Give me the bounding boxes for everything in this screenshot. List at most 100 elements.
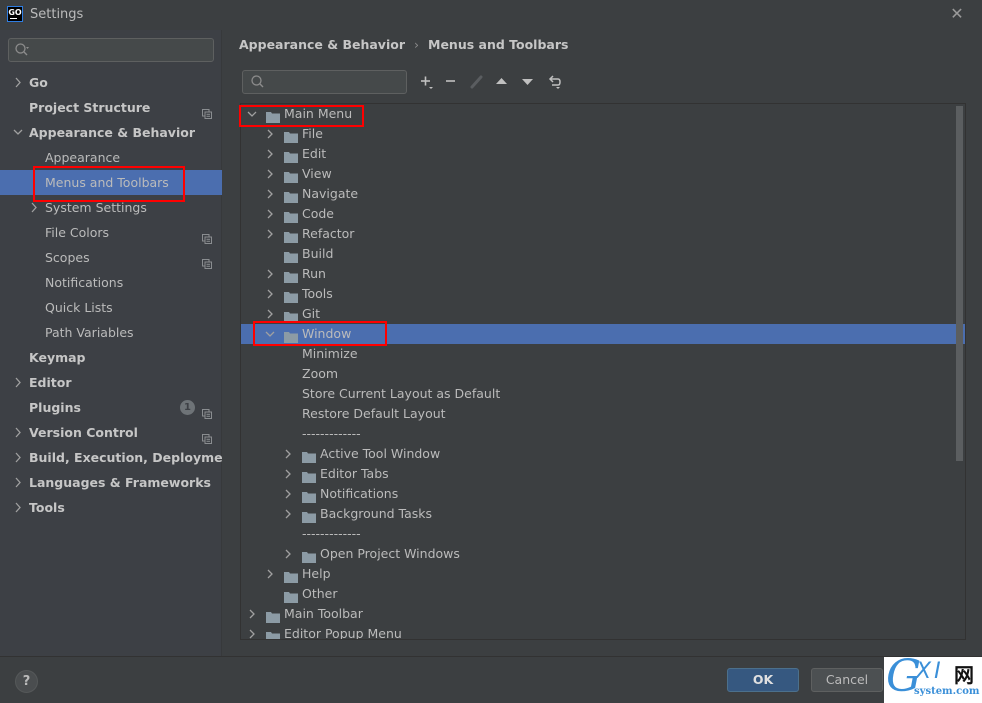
menu-tree-row[interactable]: Other bbox=[241, 584, 965, 604]
chevron-right-icon[interactable] bbox=[282, 504, 294, 524]
menu-tree-row[interactable]: Navigate bbox=[241, 184, 965, 204]
remove-button[interactable] bbox=[441, 72, 461, 92]
menu-tree-row[interactable]: Git bbox=[241, 304, 965, 324]
cancel-button[interactable]: Cancel bbox=[811, 668, 883, 692]
chevron-right-icon[interactable] bbox=[264, 124, 276, 144]
title-bar: GO Settings ✕ bbox=[0, 0, 982, 30]
chevron-right-icon[interactable] bbox=[246, 604, 258, 624]
menu-tree-row[interactable]: Help bbox=[241, 564, 965, 584]
sidebar-item-label: Quick Lists bbox=[45, 300, 113, 315]
add-button[interactable] bbox=[417, 72, 437, 92]
menu-tree-row[interactable]: Editor Popup Menu bbox=[241, 624, 965, 639]
sidebar-item-scopes[interactable]: Scopes bbox=[0, 245, 222, 270]
menu-tree-row[interactable]: Run bbox=[241, 264, 965, 284]
help-button[interactable]: ? bbox=[15, 670, 38, 693]
sidebar-item-build-execution-deployment[interactable]: Build, Execution, Deployment bbox=[0, 445, 237, 470]
menu-item-label: Minimize bbox=[302, 346, 358, 361]
sidebar-item-appearance[interactable]: Appearance bbox=[0, 145, 222, 170]
menu-tree-row[interactable]: Minimize bbox=[241, 344, 965, 364]
edit-button[interactable] bbox=[467, 72, 487, 92]
menu-tree-row[interactable]: Active Tool Window bbox=[241, 444, 965, 464]
sidebar-item-keymap[interactable]: Keymap bbox=[0, 345, 222, 370]
menu-separator-row[interactable]: ------------- bbox=[241, 524, 965, 544]
menu-tree-row[interactable]: File bbox=[241, 124, 965, 144]
plus-icon bbox=[421, 76, 433, 89]
chevron-right-icon[interactable] bbox=[282, 544, 294, 564]
ok-button[interactable]: OK bbox=[727, 668, 799, 692]
chevron-right-icon[interactable] bbox=[13, 445, 23, 470]
sidebar-item-go[interactable]: Go bbox=[0, 70, 222, 95]
chevron-right-icon[interactable] bbox=[264, 184, 276, 204]
chevron-right-icon[interactable] bbox=[282, 444, 294, 464]
settings-search-input[interactable] bbox=[8, 38, 214, 62]
sidebar-item-appearance-behavior[interactable]: Appearance & Behavior bbox=[0, 120, 222, 145]
sidebar-item-quick-lists[interactable]: Quick Lists bbox=[0, 295, 222, 320]
sidebar-item-notifications[interactable]: Notifications bbox=[0, 270, 222, 295]
menu-tree-row[interactable]: Background Tasks bbox=[241, 504, 965, 524]
chevron-right-icon[interactable] bbox=[264, 204, 276, 224]
chevron-right-icon[interactable] bbox=[13, 470, 23, 495]
sidebar-item-project-structure[interactable]: Project Structure bbox=[0, 95, 222, 120]
chevron-right-icon[interactable] bbox=[282, 464, 294, 484]
sidebar-item-editor[interactable]: Editor bbox=[0, 370, 222, 395]
menu-item-label: Open Project Windows bbox=[320, 546, 460, 561]
menu-tree-row[interactable]: Window bbox=[241, 324, 965, 344]
sidebar-item-tools[interactable]: Tools bbox=[0, 495, 222, 520]
chevron-right-icon[interactable] bbox=[29, 195, 39, 220]
menu-tree-row[interactable]: Edit bbox=[241, 144, 965, 164]
menu-tree-row[interactable]: Store Current Layout as Default bbox=[241, 384, 965, 404]
menu-tree-row[interactable]: Notifications bbox=[241, 484, 965, 504]
sidebar-item-label: Keymap bbox=[29, 350, 86, 365]
sidebar-item-version-control[interactable]: Version Control bbox=[0, 420, 222, 445]
menu-item-label: Code bbox=[302, 206, 335, 221]
chevron-right-icon[interactable] bbox=[264, 264, 276, 284]
chevron-right-icon[interactable] bbox=[264, 284, 276, 304]
menu-tree-row[interactable]: View bbox=[241, 164, 965, 184]
menu-tree-row[interactable]: Code bbox=[241, 204, 965, 224]
chevron-right-icon[interactable] bbox=[13, 70, 23, 95]
menu-separator-row[interactable]: ------------- bbox=[241, 424, 965, 444]
menu-tree-row[interactable]: Refactor bbox=[241, 224, 965, 244]
menu-tree-row[interactable]: Zoom bbox=[241, 364, 965, 384]
menu-tree-row[interactable]: Editor Tabs bbox=[241, 464, 965, 484]
sidebar-item-plugins[interactable]: Plugins 1 bbox=[0, 395, 222, 420]
menu-tree-row[interactable]: Main Toolbar bbox=[241, 604, 965, 624]
sidebar-item-system-settings[interactable]: System Settings bbox=[0, 195, 222, 220]
chevron-right-icon[interactable] bbox=[264, 564, 276, 584]
menu-tree-row[interactable]: Tools bbox=[241, 284, 965, 304]
breadcrumb: Appearance & Behavior › Menus and Toolbars bbox=[239, 37, 568, 52]
menu-tree-row[interactable]: Restore Default Layout bbox=[241, 404, 965, 424]
move-down-button[interactable] bbox=[518, 72, 538, 92]
logo-text: GO bbox=[8, 8, 22, 17]
move-up-button[interactable] bbox=[492, 72, 512, 92]
sidebar-item-path-variables[interactable]: Path Variables bbox=[0, 320, 222, 345]
tree-scrollbar[interactable] bbox=[956, 106, 963, 461]
tree-search-input[interactable] bbox=[242, 70, 407, 94]
menu-tree-row[interactable]: Main Menu bbox=[241, 104, 965, 124]
sidebar-item-menus-and-toolbars[interactable]: Menus and Toolbars bbox=[0, 170, 222, 195]
sidebar-item-languages-frameworks[interactable]: Languages & Frameworks bbox=[0, 470, 222, 495]
chevron-down-icon[interactable] bbox=[13, 120, 23, 145]
chevron-right-icon[interactable] bbox=[264, 144, 276, 164]
folder-icon bbox=[266, 629, 280, 639]
chevron-right-icon[interactable] bbox=[264, 224, 276, 244]
breadcrumb-item[interactable]: Appearance & Behavior bbox=[239, 37, 405, 52]
menu-item-label: File bbox=[302, 126, 323, 141]
restore-defaults-button[interactable] bbox=[545, 72, 565, 92]
chevron-right-icon[interactable] bbox=[13, 420, 23, 445]
chevron-right-icon[interactable] bbox=[13, 495, 23, 520]
chevron-right-icon[interactable] bbox=[13, 370, 23, 395]
menu-tree-row[interactable]: Open Project Windows bbox=[241, 544, 965, 564]
chevron-right-icon[interactable] bbox=[246, 624, 258, 639]
chevron-down-icon[interactable] bbox=[264, 324, 276, 344]
chevron-right-icon[interactable] bbox=[282, 484, 294, 504]
chevron-right-icon[interactable] bbox=[264, 304, 276, 324]
menu-item-label: Store Current Layout as Default bbox=[302, 386, 501, 401]
close-button[interactable]: ✕ bbox=[948, 5, 966, 23]
chevron-down-icon[interactable] bbox=[246, 104, 258, 124]
menu-item-label: View bbox=[302, 166, 332, 181]
menu-item-label: Tools bbox=[302, 286, 333, 301]
sidebar-item-file-colors[interactable]: File Colors bbox=[0, 220, 222, 245]
chevron-right-icon[interactable] bbox=[264, 164, 276, 184]
menu-tree-row[interactable]: Build bbox=[241, 244, 965, 264]
